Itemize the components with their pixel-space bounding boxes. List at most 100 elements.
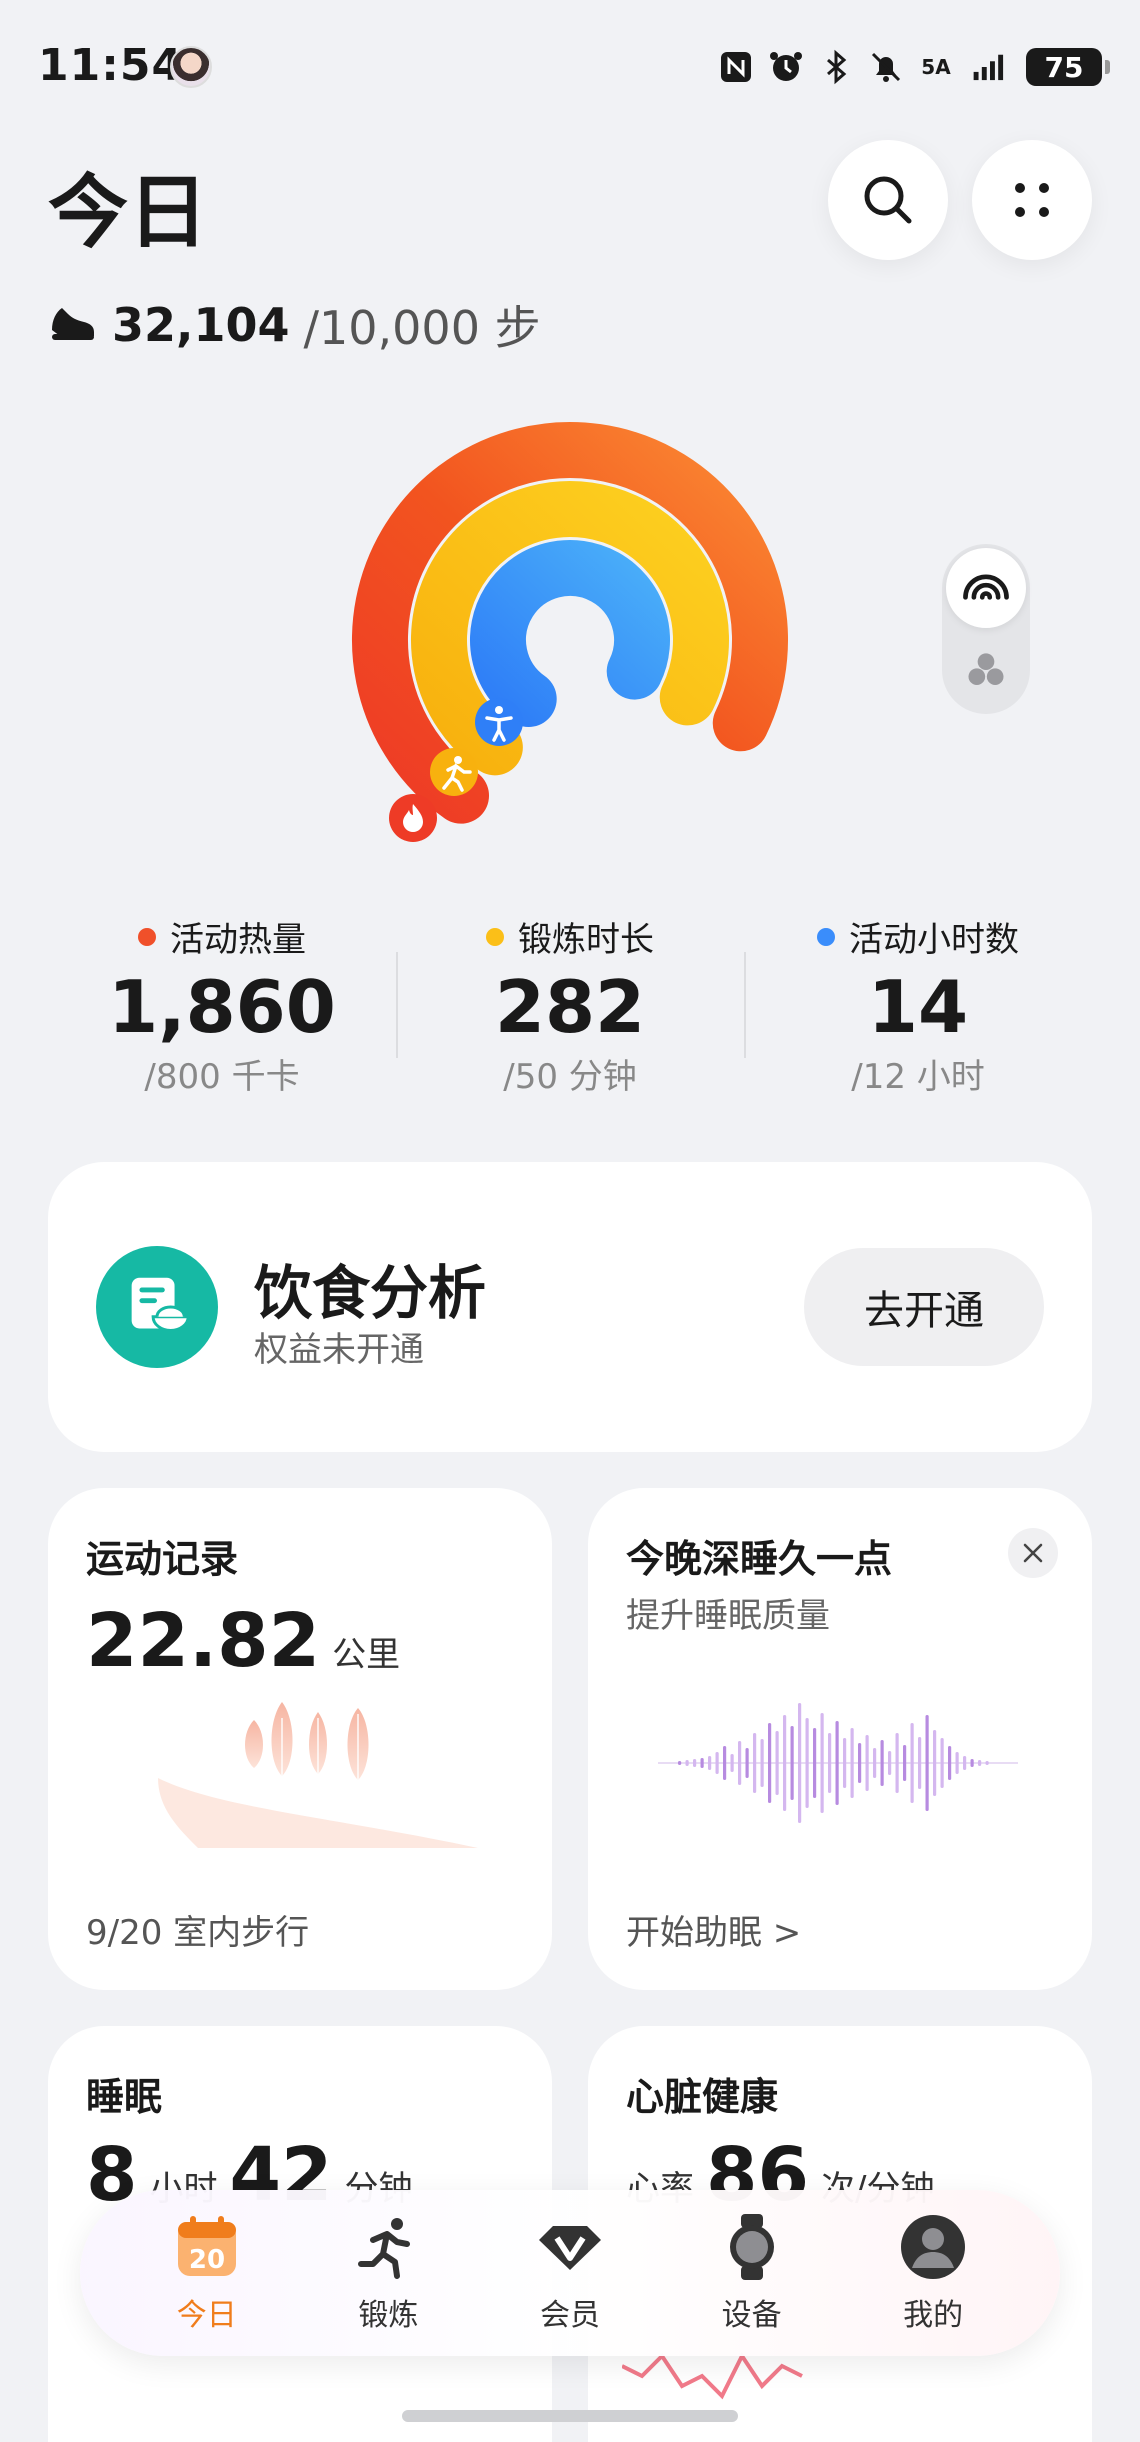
ring-view-toggle[interactable] <box>942 544 1030 714</box>
search-button[interactable] <box>828 140 948 260</box>
circles-view-button[interactable] <box>946 630 1026 710</box>
card-subtitle: 提升睡眠质量 <box>626 1596 830 1636</box>
diet-analysis-card[interactable]: 饮食分析 权益未开通 去开通 <box>48 1162 1092 1452</box>
running-icon <box>430 748 478 796</box>
wave-bar <box>933 1730 937 1796</box>
wave-bar <box>730 1754 734 1772</box>
distance-unit: 公里 <box>332 1635 401 1675</box>
active-hours-dot <box>817 927 835 946</box>
stat-goal: /50 分钟 <box>503 1057 637 1097</box>
stat-value: 282 <box>494 965 646 1049</box>
wave-bar <box>700 1758 704 1768</box>
stat-value: 1,860 <box>108 965 336 1049</box>
wave-bar <box>865 1735 869 1791</box>
calendar-icon: 20 <box>177 2216 236 2276</box>
wave-bar <box>955 1752 959 1774</box>
steps-summary[interactable]: 32,104 /10,000 步 <box>48 292 541 358</box>
nav-label: 今日 <box>176 2298 237 2333</box>
wave-bar <box>723 1746 727 1780</box>
nav-exercise[interactable]: 锻炼 <box>313 2212 463 2334</box>
nfc-icon <box>718 49 754 85</box>
battery-icon: 75 <box>1026 48 1110 86</box>
wave-bar <box>843 1738 847 1788</box>
wave-bar <box>753 1733 757 1793</box>
sleep-aid-card[interactable]: 今晚深睡久一点 提升睡眠质量 开始助眠 > <box>588 1488 1092 1990</box>
bottom-nav: 20 今日 锻炼 会员 设备 我的 <box>80 2190 1060 2356</box>
signal-icon <box>968 49 1012 85</box>
wave-bar <box>858 1743 862 1783</box>
wave-bar <box>760 1739 764 1787</box>
wave-bar <box>798 1703 802 1823</box>
nav-label: 我的 <box>903 2298 964 2333</box>
distance-value: 22.82 公里 <box>86 1598 400 1684</box>
status-icons: 5A 75 <box>718 48 1110 86</box>
wave-bar <box>820 1713 824 1813</box>
wave-bar <box>828 1733 832 1793</box>
nav-label: 会员 <box>539 2298 600 2333</box>
card-footer: 9/20 室内步行 <box>86 1913 310 1953</box>
steps-goal: /10,000 步 <box>303 301 541 355</box>
close-button[interactable] <box>1008 1528 1058 1578</box>
nav-today[interactable]: 20 今日 <box>132 2212 282 2334</box>
close-icon <box>1023 1543 1043 1563</box>
calories-dot <box>138 927 156 946</box>
exercise-dot <box>486 927 504 946</box>
wave-bar <box>963 1756 967 1770</box>
activate-button[interactable]: 去开通 <box>804 1248 1044 1366</box>
wave-bar <box>813 1728 817 1798</box>
rings-view-button[interactable] <box>946 548 1026 628</box>
wave-bar <box>903 1745 907 1781</box>
wave-bar <box>775 1731 779 1795</box>
wave-bar <box>790 1726 794 1800</box>
fire-icon <box>389 794 437 842</box>
standing-icon <box>475 698 523 746</box>
rings-icon <box>963 574 1009 600</box>
nav-label: 设备 <box>721 2298 782 2333</box>
wave-bar <box>850 1728 854 1798</box>
exercise-record-card[interactable]: 运动记录 22.82 公里 9/20 室内步行 <box>48 1488 552 1990</box>
stat-value: 14 <box>867 965 969 1049</box>
nav-devices[interactable]: 设备 <box>677 2212 827 2334</box>
stat-active-hours[interactable]: 活动小时数 14 /12 小时 <box>744 912 1092 1097</box>
home-indicator[interactable] <box>402 2410 738 2422</box>
distance-number: 22.82 <box>86 1598 321 1684</box>
wave-bar <box>948 1746 952 1780</box>
steps-value: 32,104 <box>112 298 290 352</box>
wave-bar <box>783 1715 787 1811</box>
wave-bar <box>978 1760 982 1766</box>
wave-bar <box>715 1752 719 1774</box>
wave-bar <box>910 1723 914 1803</box>
nav-label: 锻炼 <box>358 2298 419 2333</box>
active-hours-ring <box>470 540 670 727</box>
rings-layer <box>352 422 788 824</box>
nav-member[interactable]: 会员 <box>495 2212 645 2334</box>
nav-profile[interactable]: 我的 <box>858 2212 1008 2334</box>
wave-bar <box>708 1756 712 1770</box>
card-title: 心脏健康 <box>626 2075 779 2119</box>
runner-icon <box>358 2218 411 2279</box>
page-title: 今日 <box>48 166 208 259</box>
stat-exercise[interactable]: 锻炼时长 282 /50 分钟 <box>396 912 744 1097</box>
wave-bar <box>768 1723 772 1803</box>
wave-bar <box>970 1759 974 1767</box>
circles-icon <box>968 653 1004 685</box>
diet-icon <box>96 1246 218 1368</box>
wave-bar <box>895 1733 899 1793</box>
start-sleep-aid-link[interactable]: 开始助眠 > <box>626 1905 801 1954</box>
wave-bar <box>925 1715 929 1811</box>
stat-calories[interactable]: 活动热量 1,860 /800 千卡 <box>48 912 396 1097</box>
activity-rings[interactable] <box>310 400 830 860</box>
stat-goal: /12 小时 <box>851 1057 985 1097</box>
stat-label: 活动小时数 <box>849 920 1019 960</box>
wave-bar <box>738 1741 742 1785</box>
wave-bar <box>805 1718 809 1808</box>
more-button[interactable] <box>972 140 1092 260</box>
vip-icon <box>538 2226 601 2270</box>
network-type: 5A <box>921 55 951 79</box>
stat-label: 锻炼时长 <box>518 920 654 960</box>
walking-illustration <box>158 1702 478 1848</box>
wave-bar <box>888 1751 892 1775</box>
status-time: 11:54 <box>38 40 184 91</box>
watch-icon <box>729 2214 774 2280</box>
stat-label: 活动热量 <box>170 920 306 960</box>
